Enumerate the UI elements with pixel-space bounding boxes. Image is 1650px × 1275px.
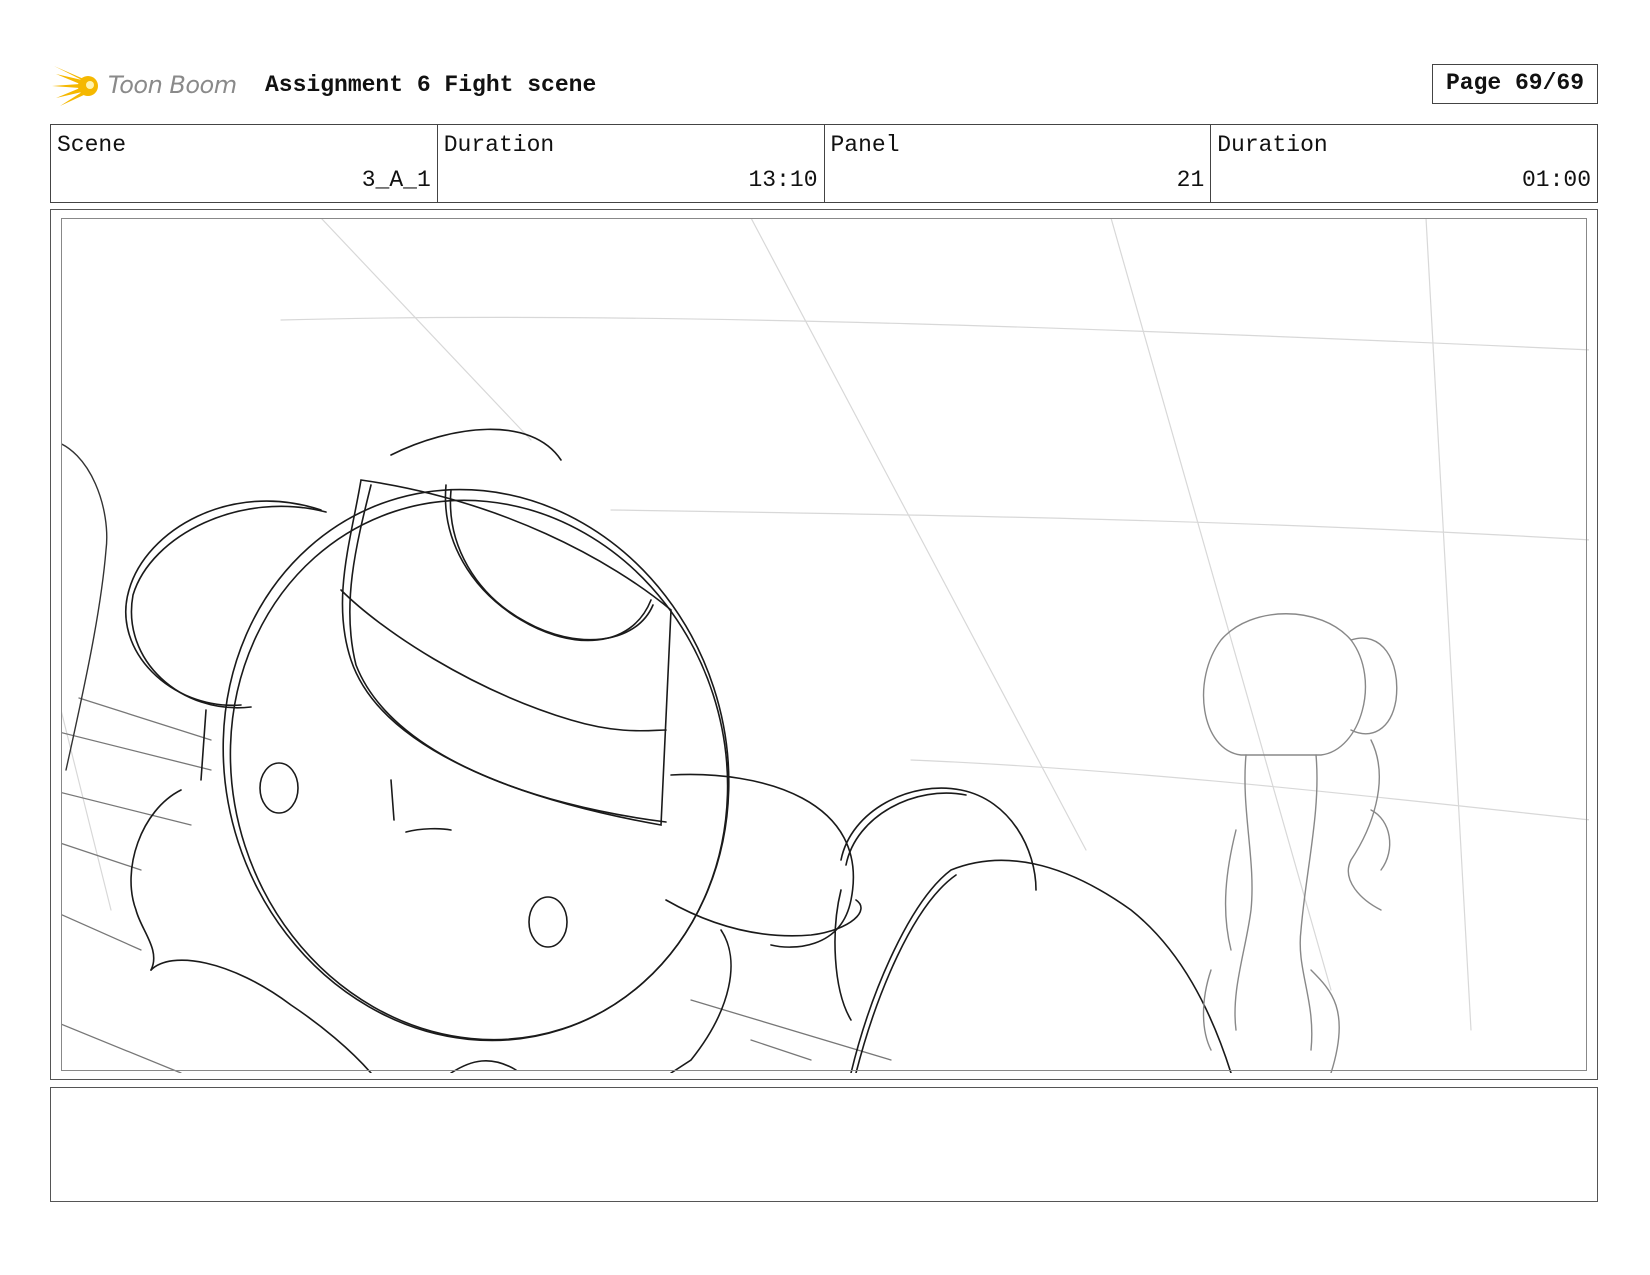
panel-label: Panel [830,132,900,158]
logo-text: Toon Boom [108,71,237,99]
panel-sketch-drawing [61,218,1589,1073]
scene-info-table: Scene 3_A_1 Duration 13:10 Panel 21 Dura… [50,124,1598,203]
scene-duration-cell: Duration 13:10 [436,125,824,202]
page-indicator: Page 69/69 [1432,64,1598,104]
scene-duration-value: 13:10 [748,167,818,193]
panel-duration-value: 01:00 [1521,167,1591,193]
toon-boom-logo: Toon Boom [52,58,252,112]
scene-cell: Scene 3_A_1 [51,125,437,202]
starburst-logo-icon [52,66,98,106]
action-notes-box[interactable] [50,1087,1598,1202]
panel-cell: Panel 21 [823,125,1211,202]
document-title: Assignment 6 Fight scene [265,72,597,98]
panel-duration-label: Duration [1217,132,1328,158]
panel-duration-cell: Duration 01:00 [1210,125,1597,202]
scene-value: 3_A_1 [361,167,431,193]
panel-value: 21 [1176,167,1205,193]
scene-duration-label: Duration [443,132,555,158]
storyboard-panel [50,209,1598,1080]
scene-label: Scene [57,132,127,158]
